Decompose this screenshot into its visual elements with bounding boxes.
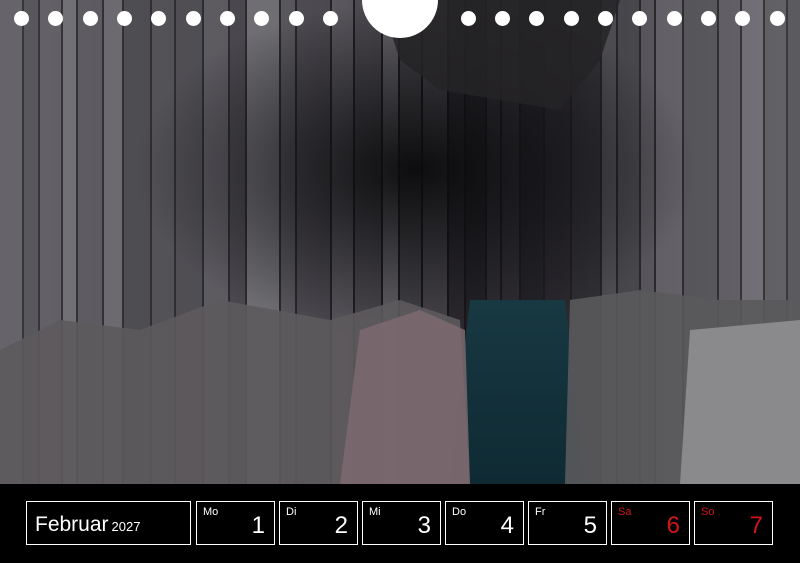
- binding-holes: [0, 0, 800, 40]
- day-abbr: So: [701, 506, 715, 518]
- binding-hole: [632, 11, 647, 26]
- binding-hole: [323, 11, 338, 26]
- day-cell: Mi 3: [362, 501, 441, 545]
- day-number: 3: [417, 512, 431, 539]
- binding-hole: [495, 11, 510, 26]
- month-name: Februar 2027: [35, 513, 140, 537]
- binding-hole: [529, 11, 544, 26]
- day-cell: Do 4: [445, 501, 524, 545]
- day-cell-sunday: So 7: [694, 501, 773, 545]
- binding-hole: [48, 11, 63, 26]
- hanger-cutout: [362, 0, 438, 38]
- cave-illustration: [0, 0, 800, 484]
- day-abbr: Sa: [618, 506, 632, 518]
- day-cell: Di 2: [279, 501, 358, 545]
- day-abbr: Mi: [369, 506, 381, 518]
- binding-hole: [117, 11, 132, 26]
- cave-photo: [0, 0, 800, 484]
- day-number: 2: [334, 512, 348, 539]
- month-label: Februar: [35, 513, 109, 536]
- binding-hole: [220, 11, 235, 26]
- day-cell: Fr 5: [528, 501, 607, 545]
- binding-hole: [770, 11, 785, 26]
- day-number: 7: [749, 512, 763, 539]
- binding-hole: [289, 11, 304, 26]
- day-abbr: Do: [452, 506, 467, 518]
- day-abbr: Fr: [535, 506, 546, 518]
- binding-hole: [598, 11, 613, 26]
- binding-hole: [461, 11, 476, 26]
- binding-hole: [83, 11, 98, 26]
- day-abbr: Di: [286, 506, 297, 518]
- day-cell: Mo 1: [196, 501, 275, 545]
- day-number: 4: [500, 512, 514, 539]
- binding-hole: [564, 11, 579, 26]
- binding-hole: [701, 11, 716, 26]
- month-cell: Februar 2027: [26, 501, 191, 545]
- day-number: 5: [583, 512, 597, 539]
- day-number: 1: [251, 512, 265, 539]
- binding-hole: [151, 11, 166, 26]
- binding-hole: [14, 11, 29, 26]
- day-cell-saturday: Sa 6: [611, 501, 690, 545]
- calendar-page: Februar 2027 Mo 1 Di 2 Mi 3 Do 4 Fr 5 Sa …: [0, 0, 800, 563]
- calendar-strip: Februar 2027 Mo 1 Di 2 Mi 3 Do 4 Fr 5 Sa …: [0, 484, 800, 563]
- binding-hole: [254, 11, 269, 26]
- water-channel: [450, 300, 585, 484]
- binding-hole: [735, 11, 750, 26]
- day-abbr: Mo: [203, 506, 219, 518]
- binding-hole: [667, 11, 682, 26]
- year-label: 2027: [111, 519, 141, 534]
- binding-hole: [186, 11, 201, 26]
- day-number: 6: [666, 512, 680, 539]
